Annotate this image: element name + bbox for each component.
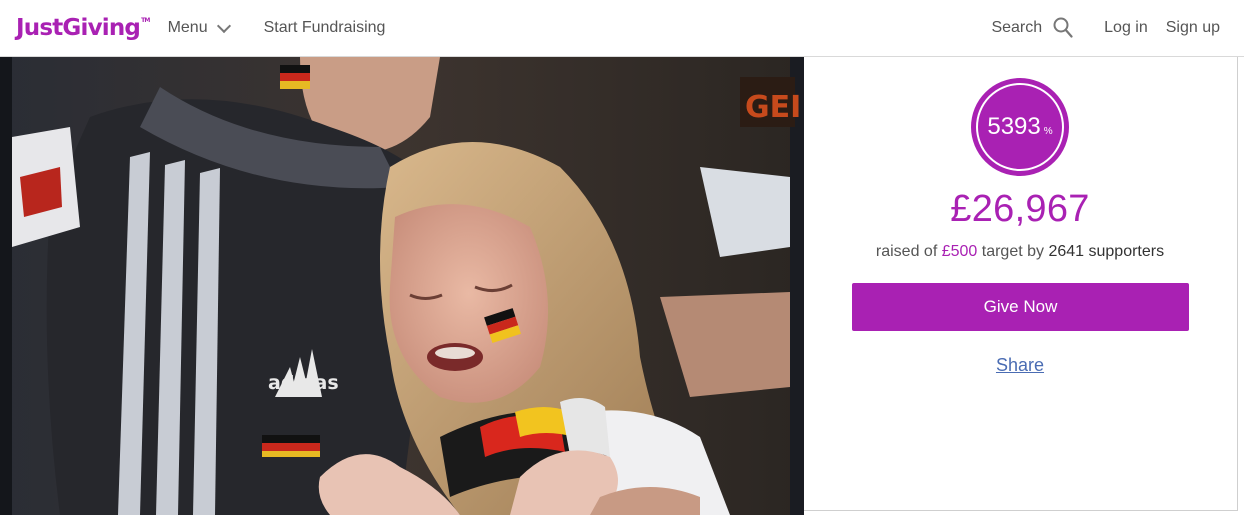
search-label: Search bbox=[991, 19, 1043, 36]
signup-link[interactable]: Sign up bbox=[1166, 19, 1220, 37]
adidas-text: adidas bbox=[268, 372, 339, 394]
login-link[interactable]: Log in bbox=[1104, 19, 1148, 37]
target-suffix: target by bbox=[977, 243, 1049, 260]
share-link[interactable]: Share bbox=[996, 355, 1044, 375]
logo-text: JustGiving bbox=[16, 15, 141, 41]
menu-label: Menu bbox=[167, 19, 208, 36]
raised-prefix: raised of bbox=[875, 243, 942, 260]
progress-percent: 5393 bbox=[987, 113, 1041, 140]
header-actions: Search Log in Sign up bbox=[991, 17, 1220, 39]
give-now-button[interactable]: Give Now bbox=[852, 283, 1189, 331]
raised-summary: raised of £500 target by 2641 supporters bbox=[804, 243, 1236, 261]
progress-percent-sign: % bbox=[1043, 125, 1053, 137]
search-button[interactable]: Search bbox=[991, 17, 1073, 39]
right-margin bbox=[1238, 57, 1244, 515]
donation-panel: 5393 % £26,967 raised of £500 target by … bbox=[804, 57, 1238, 511]
amount-raised: £26,967 bbox=[950, 188, 1090, 230]
search-icon bbox=[1053, 17, 1073, 39]
menu-dropdown[interactable]: Menu bbox=[167, 18, 231, 37]
fundraiser-cover-photo: GEI adidas bbox=[0, 57, 804, 515]
share-container: Share bbox=[804, 355, 1236, 376]
target-amount: £500 bbox=[941, 243, 978, 260]
progress-circle: 5393 % bbox=[971, 78, 1069, 176]
background-banner-text: GEI bbox=[745, 90, 801, 125]
supporters-count: 2641 supporters bbox=[1048, 243, 1165, 260]
start-fundraising-link[interactable]: Start Fundraising bbox=[264, 19, 386, 37]
justgiving-logo[interactable]: JustGivingTM bbox=[16, 15, 150, 41]
site-header: JustGivingTM Menu Start Fundraising Sear… bbox=[0, 0, 1244, 57]
logo-trademark: TM bbox=[141, 17, 150, 24]
chevron-down-icon bbox=[216, 18, 231, 33]
